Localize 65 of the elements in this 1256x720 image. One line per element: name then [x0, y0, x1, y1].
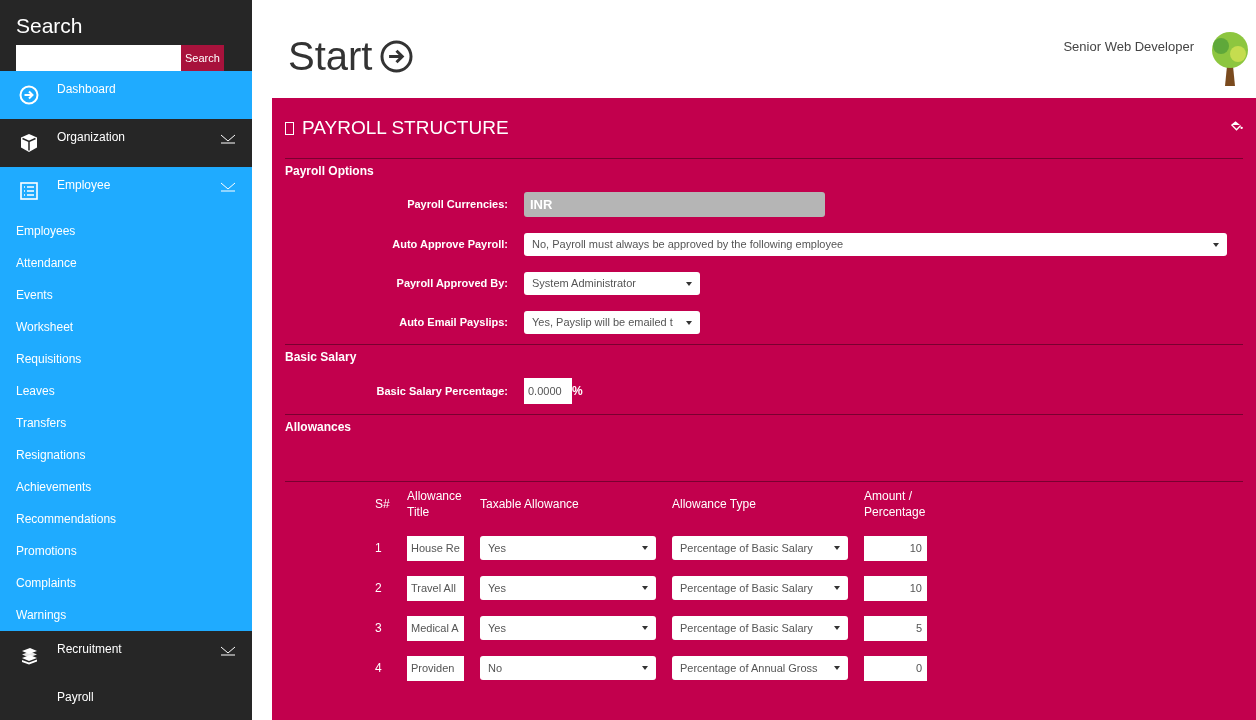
list-icon	[18, 181, 39, 201]
dropdown-caret-icon	[642, 586, 648, 590]
field-label: Payroll Currencies:	[406, 197, 509, 213]
dropdown-caret-icon	[686, 281, 692, 286]
chevron-down-icon	[220, 180, 236, 192]
field-label: Auto Approve Payroll:	[391, 237, 509, 253]
dropdown-caret-icon	[834, 546, 840, 550]
arrow-circle-icon	[380, 39, 414, 73]
field-label: Payroll Approved By:	[395, 276, 509, 292]
dropdown-caret-icon	[642, 546, 648, 550]
search-field[interactable]	[16, 45, 181, 71]
row-number: 3	[375, 621, 382, 635]
title-input[interactable]: Medical A	[407, 615, 464, 641]
select-field[interactable]: Percentage of Basic Salary	[672, 616, 848, 640]
title-input[interactable]: Providen	[407, 655, 464, 681]
section-heading: Basic Salary	[285, 349, 358, 366]
percent-sign: %	[572, 383, 583, 400]
search-button[interactable]: Search	[181, 45, 224, 71]
column-header: Taxable Allowance	[480, 496, 580, 512]
select-field[interactable]: Percentage of Basic Salary	[672, 536, 848, 560]
chevron-down-icon	[220, 132, 236, 144]
panel-title: PAYROLL STRUCTURE	[302, 115, 509, 140]
percentage-input[interactable]: 0.0000	[524, 378, 572, 404]
arrow-circle-icon	[18, 85, 39, 105]
select-field[interactable]: No	[480, 656, 656, 680]
section-heading: Allowances	[285, 419, 353, 436]
select-field[interactable]: Percentage of Basic Salary	[672, 576, 848, 600]
dropdown-caret-icon	[834, 586, 840, 590]
column-header: Allowance Type	[672, 496, 757, 512]
dropdown-caret-icon	[642, 626, 648, 630]
select-field[interactable]: Yes	[480, 576, 656, 600]
page-title: Start	[288, 34, 373, 78]
column-header: Allowance Title	[407, 488, 463, 520]
title-input[interactable]: House Re	[407, 535, 464, 561]
amount-input[interactable]: 10	[864, 535, 927, 561]
column-header: Amount / Percentage	[864, 488, 927, 520]
field-label: Auto Email Payslips:	[398, 315, 509, 331]
dropdown-caret-icon	[834, 666, 840, 670]
section-heading: Payroll Options	[285, 163, 375, 180]
select-field[interactable]: No, Payroll must always be approved by the following employee	[524, 233, 1227, 256]
chevron-down-icon	[220, 644, 236, 656]
search-title: Search	[16, 14, 84, 38]
dropdown-caret-icon	[1213, 242, 1219, 247]
dropdown-caret-icon	[834, 626, 840, 630]
row-number: 4	[375, 661, 382, 675]
square-icon	[285, 121, 294, 135]
title-input[interactable]: Travel All	[407, 575, 464, 601]
column-header: S#	[375, 496, 391, 512]
row-number: 1	[375, 541, 382, 555]
select-field[interactable]: Yes, Payslip will be emailed t	[524, 311, 700, 334]
select-field[interactable]: Percentage of Annual Gross	[672, 656, 848, 680]
amount-input[interactable]: 5	[864, 615, 927, 641]
dropdown-caret-icon	[642, 666, 648, 670]
select-field[interactable]: System Administrator	[524, 272, 700, 295]
dropdown-caret-icon	[686, 320, 692, 325]
select-field[interactable]: Yes	[480, 616, 656, 640]
amount-input[interactable]: 0	[864, 655, 927, 681]
amount-input[interactable]: 10	[864, 575, 927, 601]
paint-bucket-icon[interactable]	[1230, 119, 1243, 132]
row-number: 2	[375, 581, 382, 595]
select-field[interactable]: Yes	[480, 536, 656, 560]
field-label: Basic Salary Percentage:	[375, 383, 509, 399]
currency-field: INR	[524, 192, 825, 217]
user-role: Senior Web Developer	[1063, 38, 1194, 56]
box-icon	[18, 133, 39, 153]
